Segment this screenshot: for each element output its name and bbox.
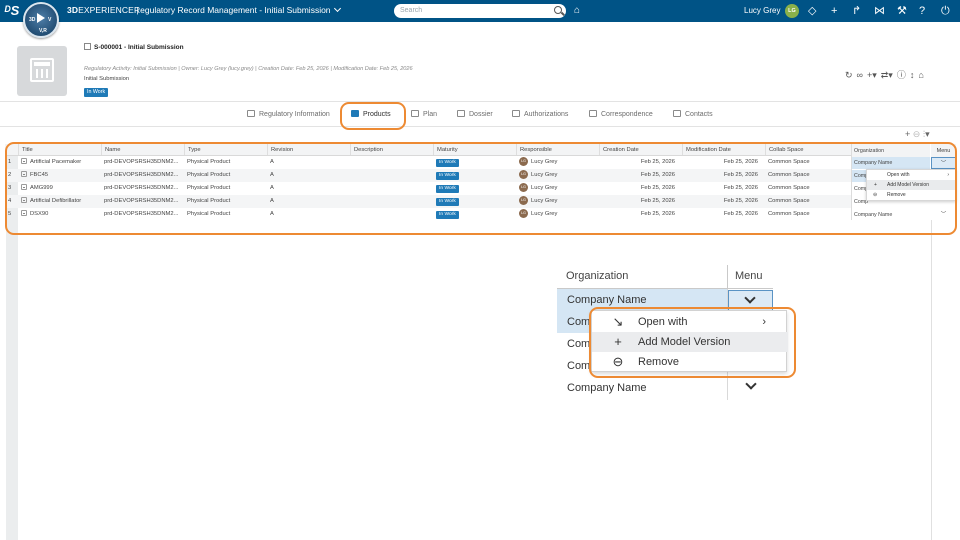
status-badge[interactable]: In Work [84, 88, 109, 97]
chart-menu-icon[interactable]: ⫶▾ [923, 129, 930, 139]
power-icon[interactable]: ⏻ [941, 4, 950, 18]
chevron-down-icon [744, 292, 756, 304]
zoom-org-row: Comp [557, 311, 596, 333]
object-subname: Initial Submission [84, 76, 130, 82]
zoom-org-row: Company Name [567, 382, 647, 394]
link-icon[interactable]: ∞ [857, 70, 863, 80]
tab-dossier[interactable]: Dossier [457, 110, 493, 118]
search-icon[interactable] [554, 6, 562, 14]
highlight-ring-context-menu [589, 307, 796, 378]
object-title: S-000001 - Initial Submission [84, 43, 184, 51]
avatar[interactable]: LG [785, 4, 799, 18]
correspondence-icon [589, 110, 597, 117]
info-doc-icon [247, 110, 255, 117]
record-icon [84, 43, 91, 50]
ds-logo-icon[interactable]: ᴰS [4, 3, 19, 18]
authorization-icon [512, 110, 520, 117]
tab-bar: Regulatory Information Products Plan Dos… [0, 103, 960, 127]
network-icon[interactable]: ⋈ [874, 4, 885, 18]
table-toolbar: + ⊖ ⫶▾ [905, 129, 930, 140]
lifecycle-icon[interactable]: ⇄▾ [881, 70, 893, 80]
app-title[interactable]: Regulatory Record Management - Initial S… [134, 4, 341, 15]
object-meta: Regulatory Activity: Initial Submission … [84, 66, 413, 72]
tab-contacts[interactable]: Contacts [673, 110, 713, 118]
top-bar: ᴰS 3DEXPERIENCE | Regulatory Record Mana… [0, 0, 960, 22]
dossier-icon [457, 110, 465, 117]
zoom-col-organization: Organization [566, 270, 629, 282]
info-icon[interactable]: ⓘ [897, 70, 906, 80]
object-thumbnail [17, 46, 67, 96]
add-icon[interactable]: + [831, 4, 837, 18]
highlight-ring-table [5, 142, 957, 235]
tab-plan[interactable]: Plan [411, 110, 437, 118]
bookmark-icon[interactable]: ◇ [808, 4, 816, 18]
zoom-header: Organization Menu [557, 265, 773, 289]
tools-icon[interactable]: ⚒ [897, 4, 907, 18]
remove-icon[interactable]: ⊖ [913, 129, 921, 139]
chevron-down-icon[interactable] [333, 4, 341, 13]
object-header: S-000001 - Initial Submission Regulatory… [0, 22, 960, 102]
share-icon[interactable]: ↱ [852, 4, 861, 18]
tag-icon[interactable]: ⌂ [574, 5, 580, 16]
tab-regulatory-information[interactable]: Regulatory Information [247, 110, 330, 118]
highlight-ring-products-tab [340, 102, 406, 130]
zoom-col-menu: Menu [735, 270, 763, 282]
contacts-icon [673, 110, 681, 117]
add-menu-icon[interactable]: +▾ [867, 70, 877, 80]
tab-correspondence[interactable]: Correspondence [589, 110, 653, 118]
header-toolbar: ↻ ∞ +▾ ⇄▾ ⓘ ↕ ⌂ [845, 68, 928, 81]
refresh-icon[interactable]: ↻ [845, 70, 853, 80]
add-icon[interactable]: + [905, 129, 910, 139]
chevron-down-icon[interactable] [745, 378, 757, 390]
user-name[interactable]: Lucy Grey [744, 6, 780, 15]
split-icon[interactable]: ↕ [910, 70, 915, 80]
compass-icon[interactable]: 3D V V,R [23, 2, 59, 38]
search-input[interactable]: Search [394, 4, 566, 18]
home-icon[interactable]: ⌂ [918, 70, 923, 80]
help-icon[interactable]: ? [919, 4, 925, 18]
brand-label: 3DEXPERIENCE | [67, 5, 139, 15]
plan-icon [411, 110, 419, 117]
building-icon [30, 58, 54, 82]
tab-authorizations[interactable]: Authorizations [512, 110, 568, 118]
